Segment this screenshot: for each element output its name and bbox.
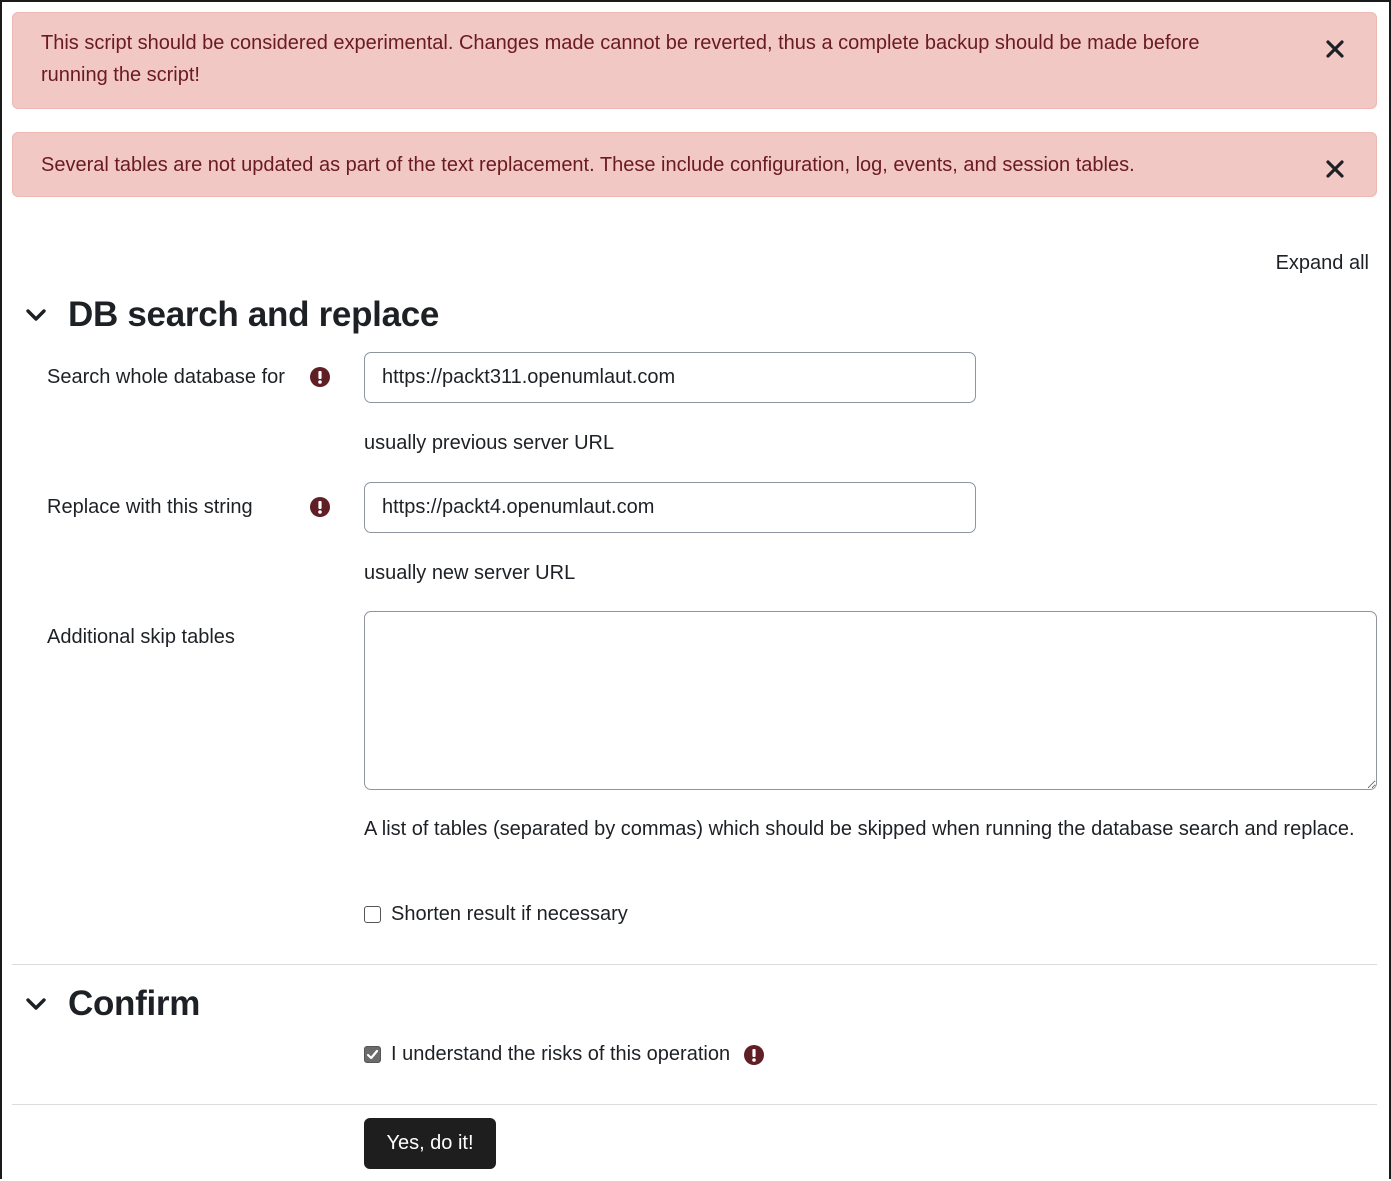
understand-checkbox[interactable] <box>364 1046 381 1063</box>
chevron-down-icon[interactable] <box>24 303 48 327</box>
search-input[interactable] <box>364 352 976 403</box>
understand-label: I understand the risks of this operation <box>391 1043 731 1065</box>
close-icon[interactable] <box>1324 158 1346 180</box>
replace-input[interactable] <box>364 482 976 533</box>
checkmark-icon <box>366 1049 379 1060</box>
section-header-confirm: Confirm <box>24 982 200 1026</box>
section-title-search: DB search and replace <box>68 295 440 334</box>
expand-all-link[interactable]: Expand all <box>1276 252 1369 275</box>
skip-tables-help-text: A list of tables (separated by commas) w… <box>364 818 1355 840</box>
section-header-search: DB search and replace <box>24 293 439 337</box>
required-icon[interactable] <box>744 1044 765 1065</box>
alert-experimental: This script should be considered experim… <box>12 12 1377 109</box>
required-icon[interactable] <box>310 497 330 517</box>
submit-button[interactable]: Yes, do it! <box>364 1118 496 1169</box>
alert-tables-not-updated: Several tables are not updated as part o… <box>12 132 1377 197</box>
shorten-label: Shorten result if necessary <box>391 903 628 925</box>
shorten-checkbox[interactable] <box>364 906 381 923</box>
search-label: Search whole database for <box>47 366 285 388</box>
section-divider <box>12 964 1377 965</box>
skip-tables-label: Additional skip tables <box>47 626 235 648</box>
section-title-confirm: Confirm <box>68 984 201 1023</box>
replace-label: Replace with this string <box>47 496 253 518</box>
alert-tables-text: Several tables are not updated as part o… <box>41 154 1135 176</box>
form-divider <box>12 1104 1377 1105</box>
understand-checkbox-row[interactable]: I understand the risks of this operation <box>364 1043 765 1066</box>
required-icon[interactable] <box>310 367 330 387</box>
alert-experimental-text: This script should be considered experim… <box>41 32 1200 86</box>
chevron-down-icon[interactable] <box>24 992 48 1016</box>
skip-tables-textarea[interactable] <box>364 611 1377 790</box>
replace-help-text: usually new server URL <box>364 562 576 584</box>
search-help-text: usually previous server URL <box>364 432 615 454</box>
close-icon[interactable] <box>1324 38 1346 60</box>
shorten-checkbox-row[interactable]: Shorten result if necessary <box>364 903 628 926</box>
